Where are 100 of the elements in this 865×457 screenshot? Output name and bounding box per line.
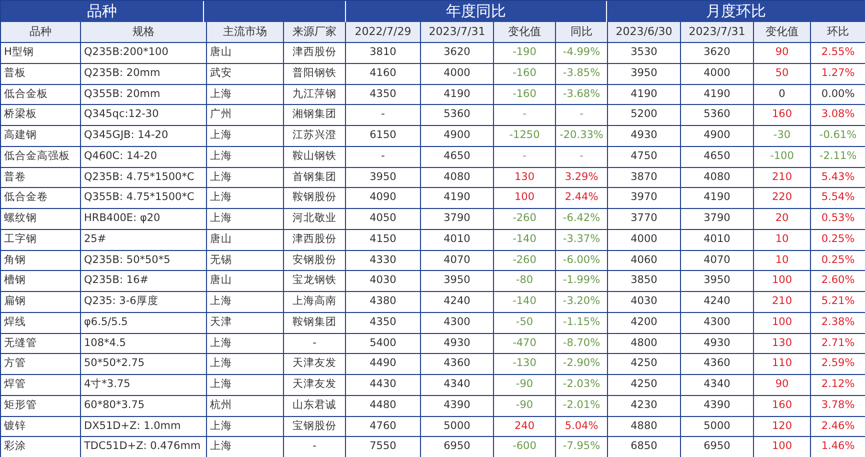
table-cell: 安钢股份 — [284, 250, 346, 272]
table-cell: 无缝管 — [1, 334, 81, 354]
table-cell: 低合金高强板 — [1, 146, 81, 168]
table-cell: 5.04% — [556, 416, 608, 438]
table-cell: -140 — [494, 230, 556, 250]
table-cell: -130 — [494, 354, 556, 375]
table-cell: 2.71% — [811, 334, 865, 354]
table-cell: 5360 — [681, 105, 754, 126]
table-cell: 普阳钢铁 — [284, 64, 346, 84]
table-cell: -80 — [494, 271, 556, 292]
table-cell: 焊线 — [1, 312, 81, 334]
table-cell: 上海 — [207, 209, 284, 230]
table-cell: -140 — [494, 292, 556, 313]
column-header: 品种 — [1, 22, 81, 43]
table-cell: 低合金板 — [1, 84, 81, 106]
table-cell: -2.90% — [556, 354, 608, 375]
table-cell: 4900 — [681, 126, 754, 147]
table-cell: 4000 — [681, 64, 754, 84]
table-cell: 普板 — [1, 64, 81, 84]
table-cell: 上海 — [207, 354, 284, 375]
table-cell: 90 — [754, 375, 811, 396]
table-cell: 220 — [754, 188, 811, 209]
table-cell: 江苏兴澄 — [284, 126, 346, 147]
table-cell: 4360 — [681, 354, 754, 375]
table-cell: 4250 — [608, 354, 681, 375]
table-cell: 4190 — [421, 84, 494, 106]
table-cell: 3530 — [608, 43, 681, 64]
table-cell: 低合金卷 — [1, 188, 81, 209]
table-cell: 4340 — [421, 375, 494, 396]
table-cell: 6950 — [681, 437, 754, 457]
table-cell: 4490 — [346, 354, 421, 375]
table-cell: -7.95% — [556, 437, 608, 457]
table-cell: 5200 — [608, 105, 681, 126]
table-cell: 100 — [754, 312, 811, 334]
table-cell: 上海 — [207, 168, 284, 188]
table-cell: 50 — [754, 64, 811, 84]
table-cell: 6950 — [421, 437, 494, 457]
table-cell: 上海 — [207, 84, 284, 106]
table-cell: 160 — [754, 396, 811, 416]
table-cell: 4760 — [346, 416, 421, 438]
table-cell: 60*80*3.75 — [81, 396, 207, 416]
table-cell: 130 — [494, 168, 556, 188]
table-cell: φ6.5/5.5 — [81, 312, 207, 334]
table-cell: 5000 — [681, 416, 754, 438]
table-cell: 4390 — [681, 396, 754, 416]
table-cell: - — [346, 105, 421, 126]
table-cell: 4230 — [608, 396, 681, 416]
table-cell: -100 — [754, 146, 811, 168]
table-cell: 4330 — [346, 250, 421, 272]
table-cell: 无锡 — [207, 250, 284, 272]
table-cell: 3950 — [346, 168, 421, 188]
table-cell: - — [494, 105, 556, 126]
table-cell: 50*50*2.75 — [81, 354, 207, 375]
table-cell: 4000 — [421, 64, 494, 84]
table-cell: 4300 — [421, 312, 494, 334]
table-cell: - — [494, 146, 556, 168]
table-cell: 3.29% — [556, 168, 608, 188]
table-cell: 上海 — [207, 126, 284, 147]
table-cell: -30 — [754, 126, 811, 147]
table-cell: -260 — [494, 209, 556, 230]
table-cell: -470 — [494, 334, 556, 354]
table-cell: 0 — [754, 84, 811, 106]
table-cell: 3950 — [608, 64, 681, 84]
table-cell: 宝龙钢铁 — [284, 271, 346, 292]
table-cell: 上海 — [207, 188, 284, 209]
table-cell: 鞍山钢铁 — [284, 146, 346, 168]
table-cell: 3.08% — [811, 105, 865, 126]
table-cell: 上海 — [207, 146, 284, 168]
table-cell: 3790 — [421, 209, 494, 230]
table-cell: 3620 — [681, 43, 754, 64]
table-cell: 4150 — [346, 230, 421, 250]
table-cell: -2.01% — [556, 396, 608, 416]
table-cell: 首钢集团 — [284, 168, 346, 188]
table-cell: 4360 — [421, 354, 494, 375]
table-cell: 100 — [754, 437, 811, 457]
table-cell: -1250 — [494, 126, 556, 147]
table-cell: Q460C: 14-20 — [81, 146, 207, 168]
table-cell: 4750 — [608, 146, 681, 168]
table-cell: Q235: 3-6厚度 — [81, 292, 207, 313]
table-cell: 3810 — [346, 43, 421, 64]
table-cell: 上海 — [207, 292, 284, 313]
table-cell: -190 — [494, 43, 556, 64]
table-cell: Q345GJB: 14-20 — [81, 126, 207, 147]
table-cell: 3790 — [681, 209, 754, 230]
table-cell: 6850 — [608, 437, 681, 457]
table-cell: - — [556, 105, 608, 126]
table-cell: 4880 — [608, 416, 681, 438]
table-cell: - — [346, 146, 421, 168]
table-cell: 6150 — [346, 126, 421, 147]
column-header: 同比 — [556, 22, 608, 43]
table-cell: 鞍钢股份 — [284, 188, 346, 209]
table-cell: 5.54% — [811, 188, 865, 209]
table-cell: H型钢 — [1, 43, 81, 64]
table-cell: 上海 — [207, 437, 284, 457]
table-cell: 桥梁板 — [1, 105, 81, 126]
table-cell: 2.44% — [556, 188, 608, 209]
table-cell: 20 — [754, 209, 811, 230]
column-header: 2022/7/29 — [346, 22, 421, 43]
table-cell: 90 — [754, 43, 811, 64]
table-cell: -90 — [494, 396, 556, 416]
